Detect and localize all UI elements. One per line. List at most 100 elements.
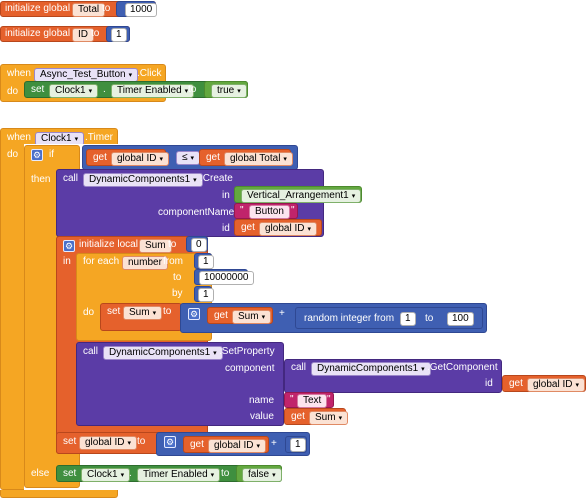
call-label: call	[83, 346, 99, 357]
get-label: get	[241, 222, 255, 233]
set-label: set	[63, 436, 77, 447]
to-label: to	[173, 272, 182, 283]
number-block[interactable]: 1	[106, 26, 130, 42]
property-dropdown[interactable]: Timer Enabled ▾	[111, 84, 195, 98]
variable-dropdown[interactable]: global ID ▾	[527, 378, 585, 392]
get-sum-block[interactable]: get Sum ▾	[284, 408, 349, 425]
variable-dropdown[interactable]: global ID ▾	[79, 436, 137, 450]
get-label: get	[214, 310, 228, 321]
get-global-id-block[interactable]: get global ID ▾	[183, 436, 269, 453]
get-global-id-block[interactable]: get global ID ▾	[502, 375, 586, 392]
plus-label: +	[279, 308, 285, 319]
loop-variable-field[interactable]: number	[122, 256, 168, 270]
number-block[interactable]: 1000	[116, 1, 158, 17]
get-label: get	[509, 378, 523, 389]
number-block[interactable]: 1	[194, 286, 214, 302]
quote-close-label: "	[291, 205, 295, 216]
to-label: to	[102, 3, 111, 14]
local-name-field[interactable]: Sum	[139, 239, 172, 253]
variable-dropdown[interactable]: global ID ▾	[259, 222, 317, 236]
chevron-down-icon: ▾	[120, 472, 125, 479]
number-field[interactable]: 10000000	[199, 271, 254, 285]
quote-close-label: "	[327, 394, 331, 405]
variable-dropdown[interactable]: Sum ▾	[123, 306, 163, 320]
boolean-block[interactable]: true ▾	[204, 81, 248, 98]
set-property-call-block[interactable]: call DynamicComponents1 ▾ .SetProperty co…	[76, 342, 284, 426]
number-block[interactable]: 1	[194, 253, 214, 269]
chevron-down-icon: ▾	[213, 350, 217, 357]
number-field[interactable]: 1	[111, 28, 127, 42]
do-label: do	[83, 307, 95, 318]
get-global-total-block[interactable]: get global Total ▾	[199, 149, 293, 166]
to-label: to	[425, 313, 434, 324]
component-name-param-label: componentName	[158, 207, 235, 218]
get-global-id-block[interactable]: get global ID ▾	[86, 149, 169, 166]
get-label: get	[291, 411, 305, 422]
component-dropdown[interactable]: DynamicComponents1 ▾	[311, 362, 431, 376]
to-label: to	[163, 306, 172, 317]
gear-icon[interactable]: ⚙	[188, 308, 200, 320]
call-label: call	[291, 362, 307, 373]
number-field[interactable]: 1	[198, 288, 214, 302]
random-to-field[interactable]: 100	[447, 312, 474, 326]
id-param-label: id	[485, 378, 493, 389]
call-label: call	[63, 173, 79, 184]
chevron-down-icon: ▾	[272, 472, 276, 479]
chevron-down-icon: ▾	[128, 72, 133, 79]
gear-icon[interactable]: ⚙	[63, 240, 75, 252]
initialize-local-label: initialize local	[79, 239, 138, 250]
component-dropdown[interactable]: Async_Test_Button ▾	[34, 68, 139, 82]
component-dropdown[interactable]: DynamicComponents1 ▾	[103, 346, 223, 360]
get-sum-block[interactable]: get Sum ▾	[207, 307, 273, 324]
property-dropdown[interactable]: Timer Enabled ▾	[137, 468, 221, 482]
chevron-down-icon: ▾	[193, 177, 197, 184]
random-from-field[interactable]: 1	[400, 312, 416, 326]
name-param-label: name	[249, 395, 275, 406]
variable-dropdown[interactable]: global Total ▾	[224, 152, 293, 166]
chevron-down-icon: ▾	[127, 440, 131, 447]
variable-dropdown[interactable]: Sum ▾	[232, 310, 272, 324]
get-global-id-block[interactable]: get global ID ▾	[234, 219, 322, 236]
text-block[interactable]: " Button "	[234, 203, 298, 219]
component-dropdown[interactable]: Vertical_Arrangement1 ▾	[241, 189, 362, 203]
number-field[interactable]: 1000	[125, 3, 158, 17]
text-field[interactable]: Text	[297, 394, 328, 408]
boolean-dropdown[interactable]: false ▾	[242, 468, 282, 482]
set-sum-block[interactable]: set Sum ▾ to	[100, 303, 182, 331]
set-global-id-block[interactable]: set global ID ▾ to	[56, 432, 162, 454]
dot-label: .	[103, 84, 106, 95]
variable-name-field[interactable]: Total	[72, 3, 106, 17]
number-block[interactable]: 0	[186, 236, 208, 252]
chevron-down-icon: ▾	[421, 366, 425, 373]
gear-icon[interactable]: ⚙	[164, 436, 176, 448]
number-field[interactable]: 1	[290, 438, 306, 452]
to-label: to	[221, 468, 230, 479]
component-dropdown[interactable]: DynamicComponents1 ▾	[83, 173, 203, 187]
component-block[interactable]: Vertical_Arrangement1 ▾	[234, 186, 362, 203]
by-label: by	[172, 288, 183, 299]
number-field[interactable]: 1	[198, 255, 214, 269]
chevron-down-icon: ▾	[283, 156, 287, 163]
component-dropdown[interactable]: Clock1 ▾	[81, 468, 131, 482]
boolean-block[interactable]: false ▾	[236, 465, 282, 482]
random-integer-block[interactable]: random integer from 1 to 100	[295, 307, 483, 329]
get-component-call-block[interactable]: call DynamicComponents1 ▾ .GetComponent i…	[284, 359, 502, 393]
get-label: get	[190, 439, 204, 450]
number-block[interactable]: 10000000	[194, 269, 254, 285]
variable-dropdown[interactable]: Sum ▾	[309, 411, 349, 425]
chevron-down-icon: ▾	[190, 155, 195, 162]
chevron-down-icon: ▾	[575, 382, 579, 389]
variable-dropdown[interactable]: global ID ▾	[208, 439, 266, 453]
variable-dropdown[interactable]: global ID ▾	[111, 152, 169, 166]
operator-dropdown[interactable]: ≤ ▾	[176, 151, 201, 165]
gear-icon[interactable]: ⚙	[31, 149, 43, 161]
text-block[interactable]: " Text "	[284, 392, 334, 408]
then-label: then	[31, 174, 51, 185]
boolean-dropdown[interactable]: true ▾	[211, 84, 247, 98]
number-field[interactable]: 0	[191, 238, 207, 252]
component-dropdown[interactable]: Clock1 ▾	[49, 84, 99, 98]
number-block[interactable]: 1	[285, 436, 307, 453]
value-param-label: value	[250, 411, 274, 422]
text-field[interactable]: Button	[249, 205, 290, 219]
keyword-label: initialize global	[5, 3, 71, 14]
